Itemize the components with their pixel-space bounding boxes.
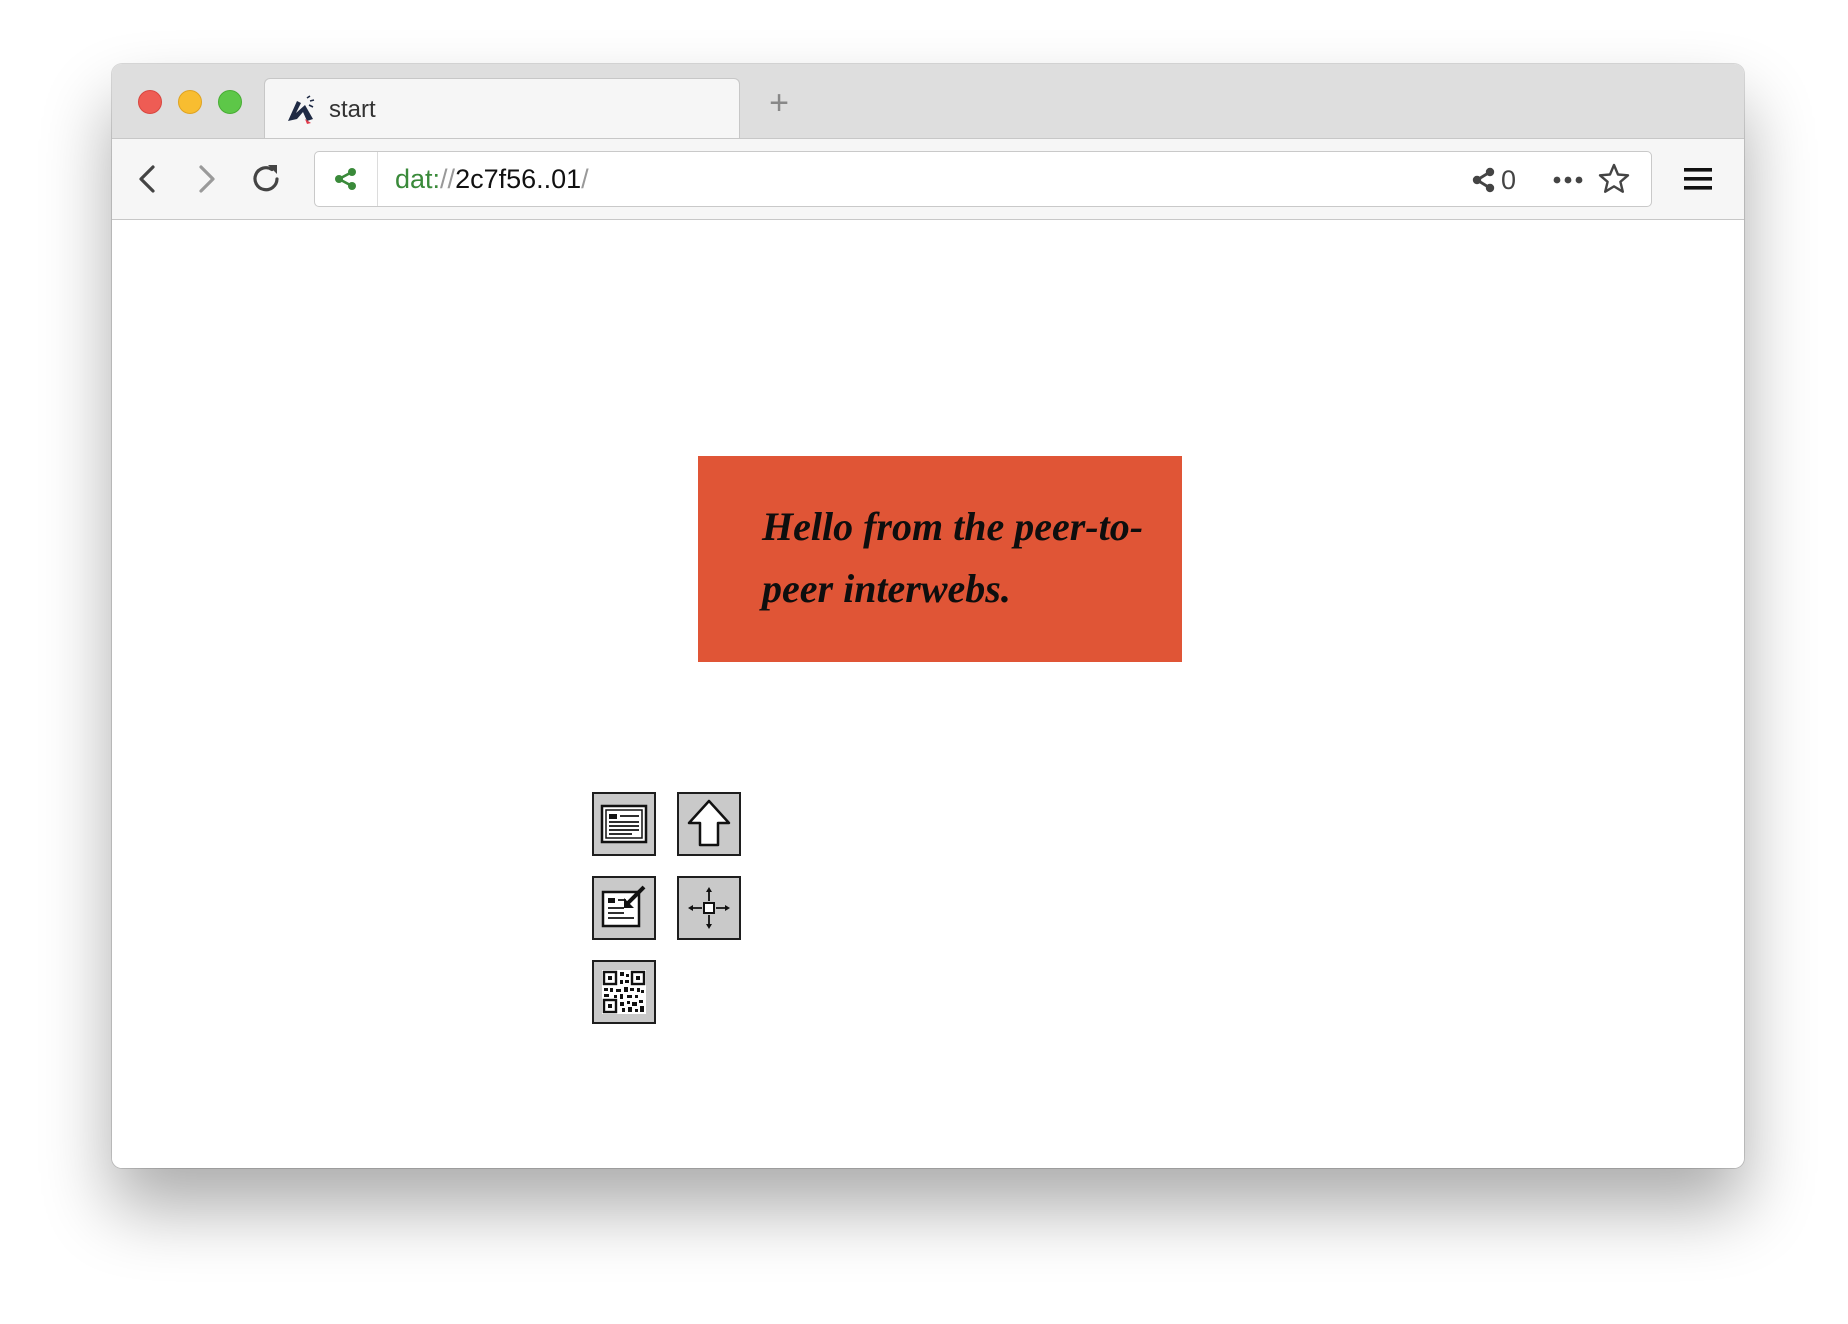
browser-window: start + dat://2c7f56..01/ 0 Hello from t… xyxy=(112,64,1744,1168)
share-network-icon xyxy=(335,168,356,190)
edit-document-icon xyxy=(601,885,646,928)
move-button[interactable] xyxy=(677,876,741,940)
upload-button[interactable] xyxy=(677,792,741,856)
favicon-icon xyxy=(285,95,317,125)
hello-banner: Hello from the peer-to-peer interwebs. xyxy=(698,456,1182,662)
peer-count: 0 xyxy=(1501,165,1517,195)
window-list-icon xyxy=(600,804,648,844)
url-text[interactable]: dat://2c7f56..01/ xyxy=(395,162,589,196)
site-identity-button[interactable] xyxy=(315,152,378,206)
up-arrow-icon xyxy=(687,799,731,847)
url-scheme: dat: xyxy=(395,164,441,194)
new-tab-button[interactable]: + xyxy=(764,86,794,120)
ellipsis-icon[interactable] xyxy=(1551,166,1585,194)
navigation-toolbar: dat://2c7f56..01/ 0 xyxy=(112,138,1744,220)
url-separator: // xyxy=(440,164,456,194)
qr-code-button[interactable] xyxy=(592,960,656,1024)
back-arrow-icon[interactable] xyxy=(128,159,168,199)
url-host: 2c7f56..01 xyxy=(455,164,582,194)
banner-text: Hello from the peer-to-peer interwebs. xyxy=(762,504,1144,611)
tab-strip: start + xyxy=(112,64,1744,142)
share-network-icon[interactable] xyxy=(1471,166,1497,194)
window-list-button[interactable] xyxy=(592,792,656,856)
reload-icon[interactable] xyxy=(246,159,286,199)
qr-code-icon xyxy=(602,970,646,1014)
forward-arrow-icon[interactable] xyxy=(186,159,226,199)
star-icon[interactable] xyxy=(1597,162,1631,196)
page-content: Hello from the peer-to-peer interwebs. xyxy=(112,220,1744,1168)
move-arrows-icon xyxy=(688,887,730,929)
close-window-button[interactable] xyxy=(138,90,162,114)
address-bar[interactable]: dat://2c7f56..01/ 0 xyxy=(314,151,1652,207)
edit-document-button[interactable] xyxy=(592,876,656,940)
minimize-window-button[interactable] xyxy=(178,90,202,114)
hamburger-menu-icon[interactable] xyxy=(1682,163,1714,195)
maximize-window-button[interactable] xyxy=(218,90,242,114)
tab-title: start xyxy=(329,96,376,123)
url-trailing-slash: / xyxy=(581,164,589,194)
tab-start[interactable]: start xyxy=(264,78,740,142)
